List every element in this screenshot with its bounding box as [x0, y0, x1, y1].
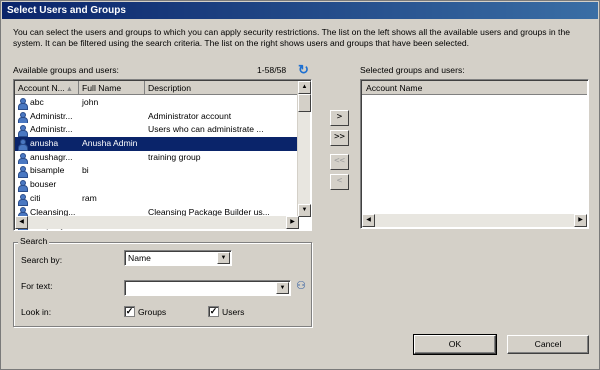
list-item[interactable]: abc john [15, 96, 299, 110]
account-cell: abc [15, 96, 79, 110]
list-item[interactable]: Administr... Administrator account [15, 110, 299, 124]
available-list-header: Account N... ▴ Full Name Description [15, 81, 299, 95]
user-icon [17, 179, 28, 192]
binoculars-icon[interactable]: ⚇ [294, 280, 308, 292]
search-by-value: Name [128, 253, 151, 263]
account-name: anushagr... [30, 151, 73, 162]
column-account-name-selected[interactable]: Account Name [362, 81, 587, 95]
sort-asc-icon: ▴ [67, 83, 72, 93]
description-cell: Users who can administrate ... [148, 124, 264, 135]
account-cell: Administr... [15, 123, 79, 138]
select-users-dialog: Select Users and Groups You can select t… [0, 0, 600, 370]
users-checkbox[interactable]: ✓ [208, 306, 219, 317]
description-cell [145, 137, 299, 151]
account-name: anusha [30, 138, 59, 149]
search-by-label: Search by: [21, 255, 63, 265]
scroll-right-button[interactable]: ▶ [286, 216, 299, 229]
available-list[interactable]: Account N... ▴ Full Name Description abc… [13, 79, 312, 231]
add-all-button[interactable]: >> [330, 130, 349, 146]
users-label: Users [222, 307, 245, 317]
for-text-label: For text: [21, 281, 53, 291]
available-vscroll[interactable]: ▲ ▼ [297, 81, 311, 217]
list-item[interactable]: citi ram [15, 192, 299, 206]
scroll-left-button[interactable]: ◀ [15, 216, 28, 229]
list-item[interactable]: anushagr... training group [15, 151, 299, 165]
ok-button[interactable]: OK [413, 334, 497, 355]
account-name: bouser [30, 179, 57, 190]
user-icon [17, 138, 28, 151]
scroll-down-button[interactable]: ▼ [298, 204, 311, 217]
remove-all-button[interactable]: << [330, 154, 349, 170]
column-full-name[interactable]: Full Name [79, 81, 145, 95]
full-name-cell: ram [82, 192, 97, 203]
full-name-cell: john [82, 97, 99, 107]
account-cell: bisample [15, 164, 79, 179]
result-count: 1-58/58 [257, 65, 287, 75]
description-cell [145, 192, 299, 206]
user-icon [17, 166, 28, 179]
account-cell: anushagr... [15, 151, 79, 165]
scroll-up-button[interactable]: ▲ [298, 81, 311, 94]
account-name: abc [30, 97, 44, 107]
full-name-cell [79, 110, 145, 124]
account-name: citi [30, 192, 41, 203]
description-cell [145, 164, 299, 178]
list-item[interactable]: Administr... Users who can administrate .… [15, 123, 299, 138]
full-name-cell [79, 123, 145, 137]
list-item[interactable]: bouser [15, 178, 299, 192]
full-name-cell: Anusha Admin [82, 138, 138, 149]
dialog-description: You can select the users and groups to w… [13, 27, 570, 48]
user-icon [17, 152, 28, 165]
full-name-cell [79, 151, 145, 165]
account-name: Administr... [30, 110, 73, 121]
account-name: Administr... [30, 124, 73, 135]
user-icon [17, 125, 28, 138]
available-rows: abc john Administr... Administrator account… [15, 96, 299, 230]
description-cell [145, 178, 299, 192]
description-cell: training group [148, 151, 201, 162]
account-cell: bouser [15, 178, 79, 192]
selected-hscroll[interactable]: ◀ ▶ [362, 214, 587, 227]
available-label: Available groups and users: [13, 65, 119, 75]
cancel-button[interactable]: Cancel [507, 335, 589, 354]
groups-checkbox[interactable]: ✓ [124, 306, 135, 317]
dialog-title: Select Users and Groups [2, 2, 598, 19]
account-cell: Administr... [15, 110, 79, 124]
full-name-cell [79, 178, 145, 192]
for-text-input[interactable]: ▼ [124, 280, 291, 296]
account-cell: citi [15, 192, 79, 206]
refresh-icon[interactable]: ↻ [297, 63, 310, 76]
look-in-label: Look in: [21, 307, 52, 317]
scroll-thumb[interactable] [298, 94, 311, 112]
user-icon [17, 97, 28, 110]
user-icon [17, 193, 28, 206]
selected-list[interactable]: Account Name ◀ ▶ [360, 79, 589, 229]
user-icon [17, 111, 28, 124]
selected-label: Selected groups and users: [360, 65, 465, 75]
description-cell: Administrator account [148, 110, 232, 121]
search-group-title: Search [18, 236, 50, 246]
account-cell: anusha [15, 137, 79, 151]
description-cell [145, 96, 299, 110]
column-description[interactable]: Description [145, 81, 299, 95]
scroll-right-button[interactable]: ▶ [574, 214, 587, 227]
scroll-left-button[interactable]: ◀ [362, 214, 375, 227]
available-hscroll[interactable]: ◀ ▶ [15, 216, 299, 229]
chevron-down-icon[interactable]: ▼ [276, 282, 289, 294]
account-name: bisample [30, 165, 65, 176]
list-item[interactable]: anusha Anusha Admin [15, 137, 299, 151]
groups-label: Groups [138, 307, 167, 317]
list-item[interactable]: bisample bi [15, 164, 299, 179]
add-button[interactable]: > [330, 110, 349, 126]
search-by-select[interactable]: Name ▼ [124, 250, 232, 266]
column-account-name[interactable]: Account N... ▴ [15, 81, 79, 95]
chevron-down-icon[interactable]: ▼ [217, 252, 230, 264]
full-name-cell: bi [82, 165, 89, 176]
remove-button[interactable]: < [330, 174, 349, 190]
